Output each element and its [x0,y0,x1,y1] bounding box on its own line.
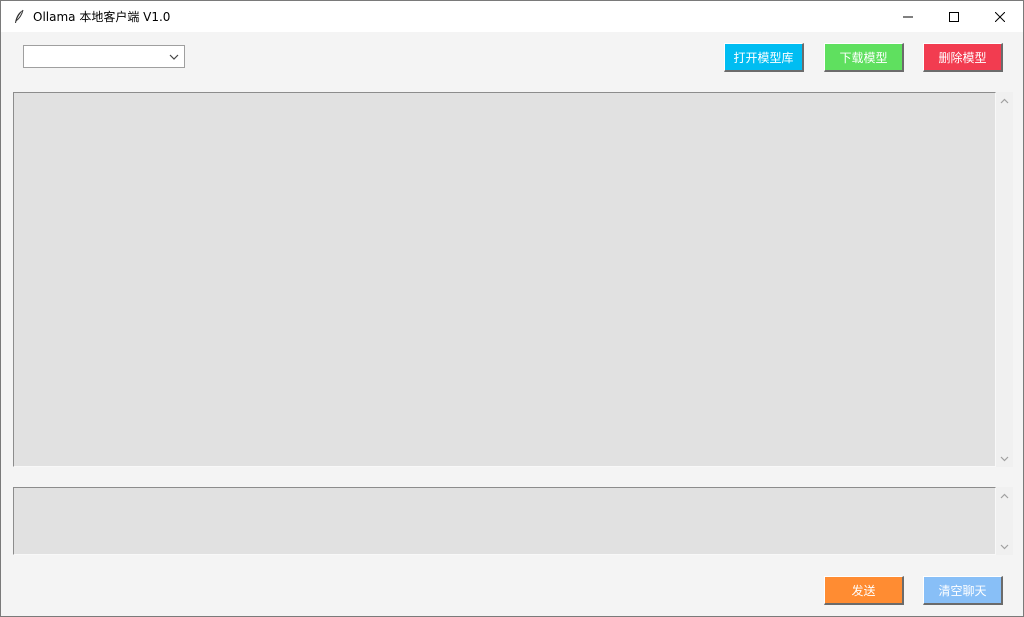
window-title: Ollama 本地客户端 V1.0 [33,10,171,24]
download-model-button[interactable]: 下载模型 [824,43,904,72]
chevron-down-icon[interactable] [996,450,1013,467]
send-button[interactable]: 发送 [824,576,904,605]
close-icon [995,11,1005,22]
chat-scrollbar[interactable] [996,92,1013,467]
title-bar[interactable]: Ollama 本地客户端 V1.0 [1,1,1023,32]
feather-icon [11,9,27,25]
message-input[interactable] [13,487,996,555]
chevron-down-icon[interactable] [996,538,1013,555]
chevron-up-icon[interactable] [996,92,1013,109]
minimize-button[interactable] [885,1,931,32]
window-controls [885,1,1023,32]
chevron-up-icon[interactable] [996,487,1013,504]
open-model-library-button[interactable]: 打开模型库 [724,43,804,72]
maximize-icon [949,11,959,22]
model-select[interactable] [23,45,185,68]
minimize-icon [903,16,913,17]
app-window: Ollama 本地客户端 V1.0 打开模型库 下载模型 删除模型 发送 清空聊… [0,0,1024,617]
chevron-down-icon [167,50,181,64]
chat-display[interactable] [13,92,996,467]
clear-chat-button[interactable]: 清空聊天 [923,576,1003,605]
delete-model-button[interactable]: 删除模型 [923,43,1003,72]
input-scrollbar[interactable] [996,487,1013,555]
close-button[interactable] [977,1,1023,32]
maximize-button[interactable] [931,1,977,32]
